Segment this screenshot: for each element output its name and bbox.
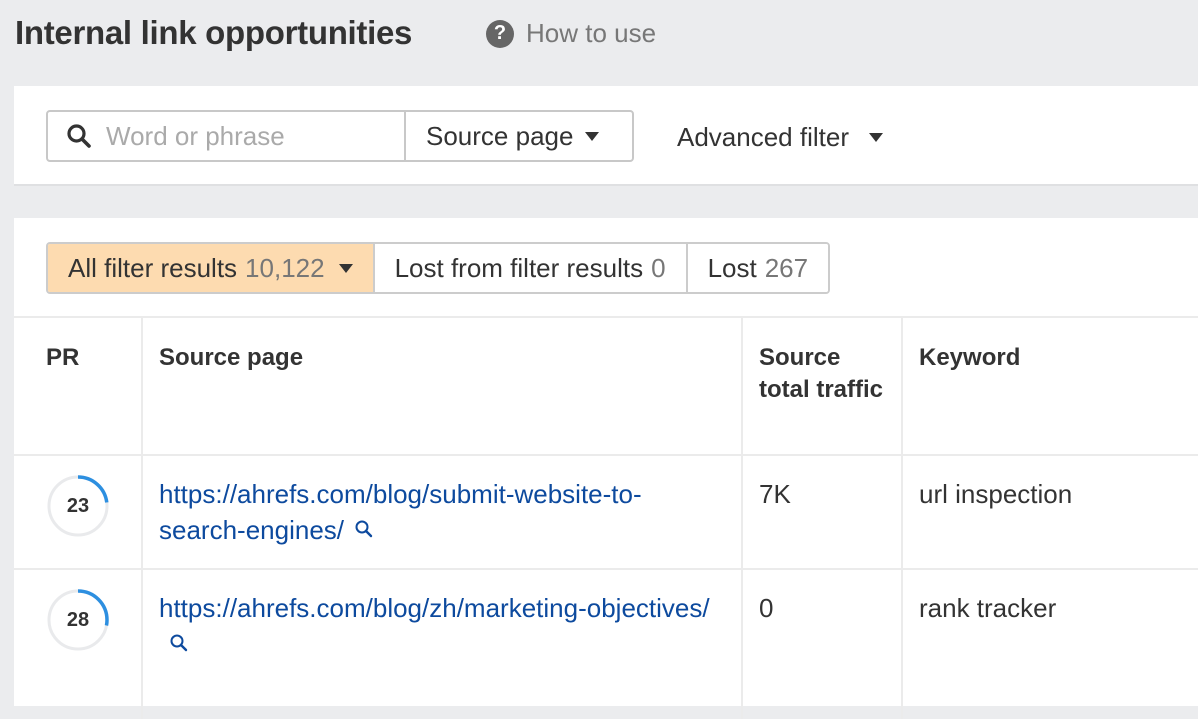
caret-down-icon — [338, 263, 353, 273]
source-page-dropdown[interactable]: Source page — [406, 112, 632, 160]
table-row: 23 https://ahrefs.com/blog/submit-websit… — [14, 454, 1198, 569]
table-row: 28 https://ahrefs.com/blog/zh/marketing-… — [14, 568, 1198, 719]
source-page-cell: https://ahrefs.com/blog/submit-website-t… — [142, 454, 743, 569]
keyword-cell: rank tracker — [902, 568, 1198, 719]
advanced-filter-label: Advanced filter — [677, 122, 849, 152]
column-header-keyword[interactable]: Keyword — [902, 316, 1198, 455]
caret-down-icon — [868, 133, 883, 142]
search-icon[interactable] — [354, 519, 374, 539]
result-tabs: All filter results 10,122 Lost from filt… — [46, 242, 831, 294]
source-page-link[interactable]: https://ahrefs.com/blog/zh/marketing-obj… — [159, 593, 710, 623]
pr-cell: 28 — [14, 568, 143, 719]
pr-gauge: 23 — [46, 474, 110, 538]
search-group: Source page — [46, 110, 634, 162]
table-header-row: PR Source page Source total traffic Keyw… — [14, 316, 1198, 455]
pr-value: 28 — [66, 609, 90, 631]
search-box — [48, 112, 406, 160]
traffic-cell: 0 — [742, 568, 903, 719]
filter-panel: Source page Advanced filter — [14, 86, 1198, 186]
pr-gauge: 28 — [46, 588, 110, 652]
tab-lost-from-filter-results[interactable]: Lost from filter results 0 — [374, 244, 688, 292]
tab-label: Lost from filter results — [394, 252, 644, 283]
tab-lost[interactable]: Lost 267 — [687, 244, 829, 292]
how-to-use-link[interactable]: ? How to use — [486, 18, 656, 49]
keyword-cell: url inspection — [902, 454, 1198, 569]
how-to-use-label: How to use — [526, 18, 657, 48]
tab-label: Lost — [707, 252, 757, 283]
page-header: Internal link opportunities ? How to use — [0, 0, 1198, 86]
column-header-source-total-traffic[interactable]: Source total traffic — [742, 316, 903, 455]
tab-label: All filter results — [68, 252, 238, 283]
source-page-link[interactable]: https://ahrefs.com/blog/submit-website-t… — [159, 479, 642, 545]
opportunities-table: PR Source page Source total traffic Keyw… — [14, 316, 1198, 719]
column-header-pr[interactable]: PR — [14, 316, 143, 455]
source-page-dropdown-label: Source page — [426, 120, 574, 151]
tab-count: 0 — [651, 252, 666, 283]
traffic-cell: 7K — [742, 454, 903, 569]
caret-down-icon — [585, 131, 600, 141]
tab-all-filter-results[interactable]: All filter results 10,122 — [48, 244, 375, 292]
column-header-source-page[interactable]: Source page — [142, 316, 743, 455]
source-page-cell: https://ahrefs.com/blog/zh/marketing-obj… — [142, 568, 743, 719]
search-input[interactable] — [106, 120, 386, 152]
page-title: Internal link opportunities — [15, 14, 413, 51]
advanced-filter-button[interactable]: Advanced filter — [677, 122, 883, 153]
search-icon — [67, 124, 91, 148]
results-panel: All filter results 10,122 Lost from filt… — [14, 218, 1198, 719]
tab-count: 10,122 — [245, 252, 325, 283]
pr-cell: 23 — [14, 454, 143, 569]
pr-value: 23 — [66, 495, 90, 517]
question-circle-icon: ? — [486, 19, 514, 48]
tab-count: 267 — [764, 252, 809, 283]
search-icon[interactable] — [169, 633, 189, 653]
